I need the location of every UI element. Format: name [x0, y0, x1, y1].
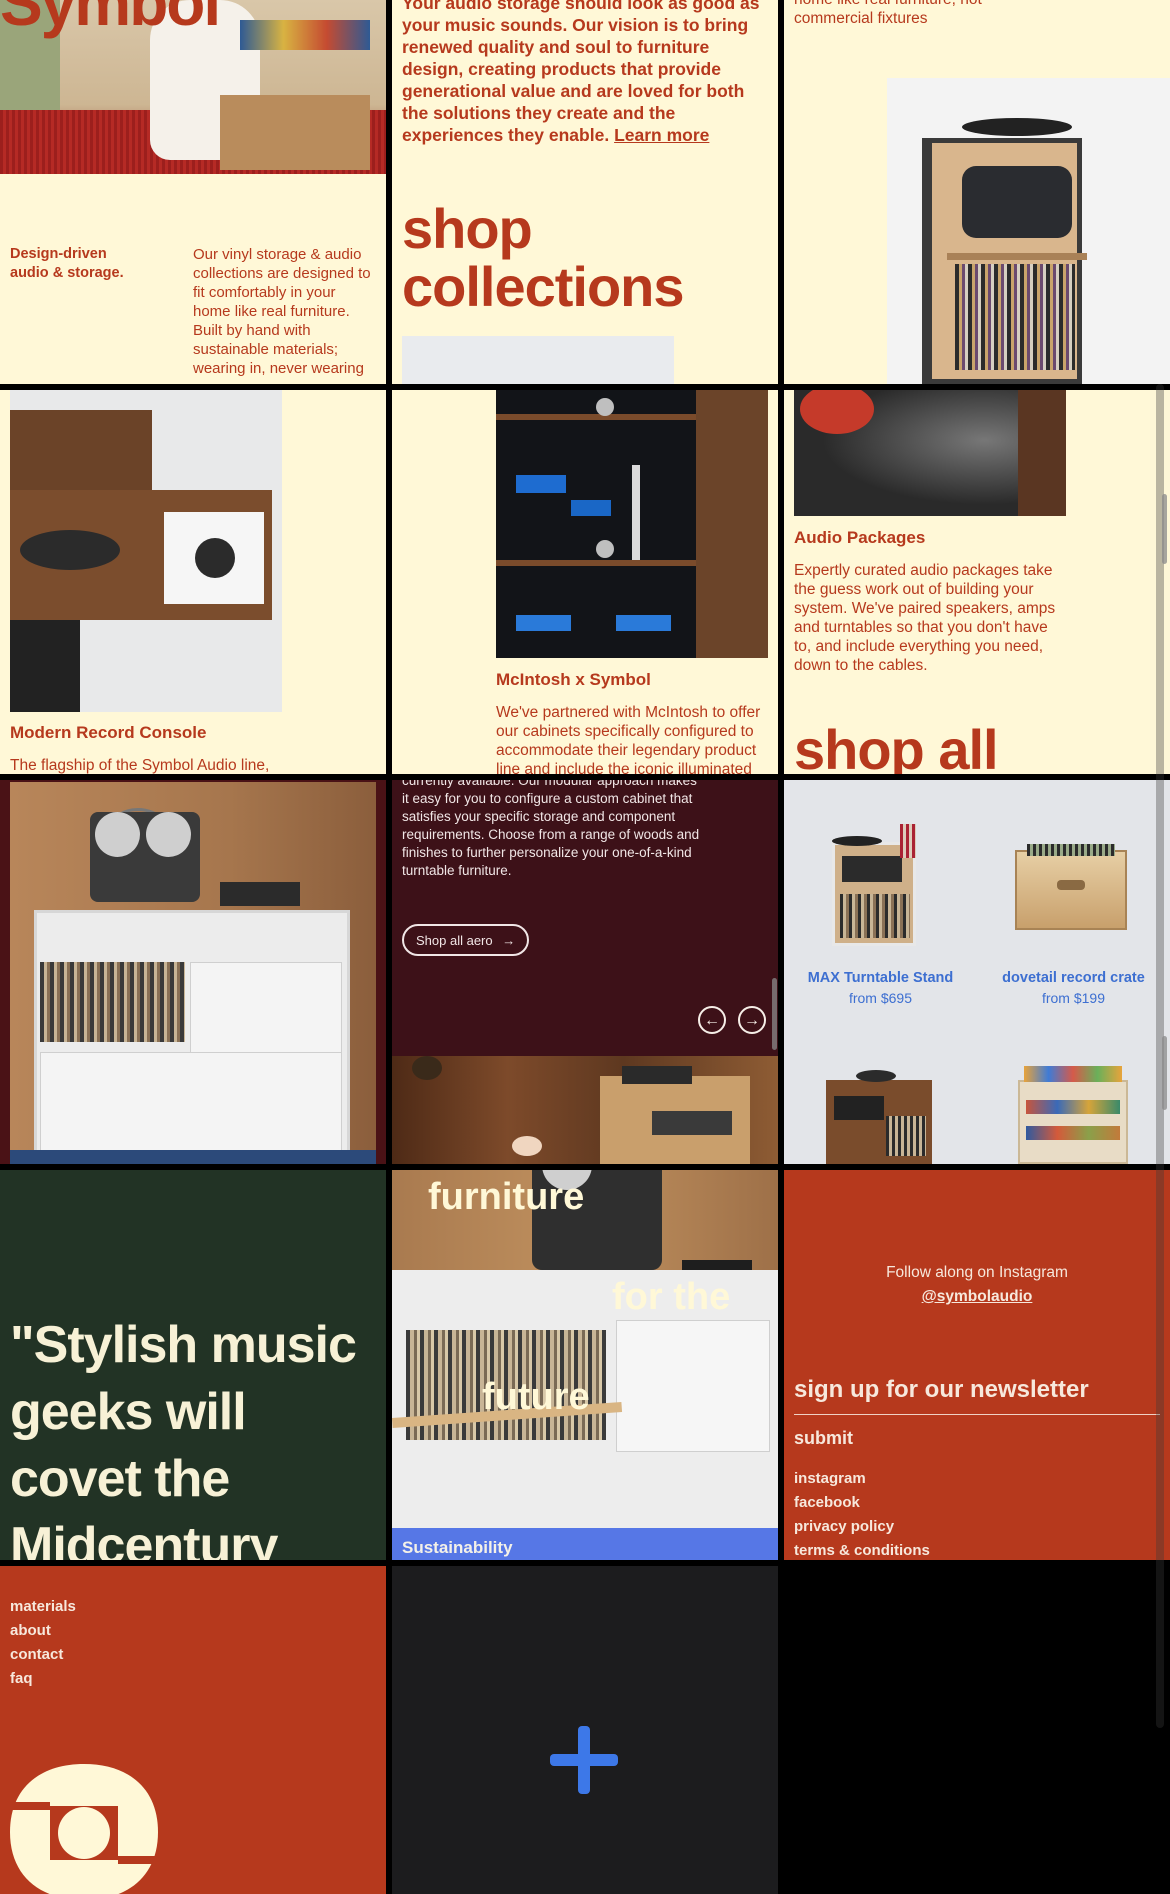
vision-paragraph: Your audio storage should look as good a…: [402, 0, 760, 145]
brand-word: Symbol: [0, 0, 221, 39]
furniture-future-tile[interactable]: furniture for the future Sustainability: [392, 1170, 778, 1560]
footer-link-terms[interactable]: terms & conditions: [794, 1542, 930, 1559]
fixtures-text: home like real furniture, not commercial…: [794, 0, 1094, 28]
audio-packages-desc: Expertly curated audio packages take the…: [794, 562, 1056, 674]
carousel-next-button[interactable]: →: [738, 1006, 766, 1034]
product-name-crate[interactable]: dovetail record crate: [977, 970, 1170, 986]
shop-all-aero-button[interactable]: Shop all aero →: [402, 924, 530, 956]
shop-collections-heading: shop collections: [402, 197, 685, 318]
modern-console-tile[interactable]: Modern Record Console The flagship of th…: [0, 390, 386, 774]
fixtures-line2: commercial fixtures: [794, 10, 928, 27]
stand-photo[interactable]: [887, 78, 1170, 384]
logo-icon[interactable]: [10, 1762, 158, 1894]
modern-console-title[interactable]: Modern Record Console: [10, 723, 206, 743]
instagram-handle-link[interactable]: @symbolaudio: [784, 1288, 1170, 1306]
audio-packages-title[interactable]: Audio Packages: [794, 528, 925, 548]
add-tile[interactable]: [392, 1566, 778, 1894]
press-quote: "Stylish music geeks will covet the Midc…: [10, 1316, 357, 1560]
sustainability-label[interactable]: Sustainability: [402, 1538, 513, 1558]
hero-tagline: Design-driven audio & storage.: [10, 246, 124, 281]
page-scrollbar-thumb-lower[interactable]: [1162, 1036, 1167, 1110]
carousel-prev-button[interactable]: ←: [698, 1006, 726, 1034]
newsletter-email-input[interactable]: [794, 1414, 1160, 1415]
furniture-word: furniture: [428, 1176, 585, 1218]
footer-link-privacy[interactable]: privacy policy: [794, 1518, 894, 1535]
arrow-right-icon: →: [744, 1012, 760, 1029]
instagram-follow-text: Follow along on Instagram: [886, 1264, 1068, 1281]
for-the-word: for the: [612, 1276, 731, 1318]
footer-link-about[interactable]: about: [10, 1622, 51, 1639]
product-price-crate: from $199: [1041, 990, 1106, 1006]
hero-tile: Symbol Design-driven audio & storage. Ou…: [0, 0, 386, 384]
vision-text: Your audio storage should look as good a…: [402, 0, 762, 146]
newsletter-label: sign up for our newsletter: [794, 1376, 1089, 1403]
product-price-max: from $695: [848, 990, 913, 1006]
mcintosh-desc: We've partnered with McIntosh to offer o…: [496, 704, 761, 774]
product-card-console[interactable]: [826, 1070, 932, 1164]
aero-scrollbar[interactable]: [772, 978, 777, 1050]
hero-photo: Symbol: [0, 0, 386, 174]
product-name-max[interactable]: MAX Turntable Stand: [784, 970, 977, 986]
social-tile: Follow along on Instagram @symbolaudio s…: [784, 1170, 1170, 1560]
aero-tile: currently available. Our modular approac…: [392, 780, 778, 1164]
product-card-crate[interactable]: dovetail record crate from $199: [977, 780, 1170, 1006]
mcintosh-photo[interactable]: [496, 390, 768, 658]
mcintosh-title[interactable]: McIntosh x Symbol: [496, 670, 651, 690]
aero-cabinet-photo[interactable]: [10, 782, 376, 1164]
footer-link-instagram[interactable]: instagram: [794, 1470, 866, 1487]
shop-all-heading[interactable]: shop all: [794, 720, 999, 775]
max-stand-photo[interactable]: [822, 824, 926, 952]
vision-tile: Your audio storage should look as good a…: [392, 0, 778, 384]
future-word: future: [482, 1376, 590, 1418]
arrow-right-icon: →: [502, 933, 516, 948]
hero-description: Our vinyl storage & audio collections ar…: [193, 246, 371, 377]
footer-link-facebook[interactable]: facebook: [794, 1494, 860, 1511]
footer-link-faq[interactable]: faq: [10, 1670, 33, 1687]
empty-tile: [784, 1566, 1170, 1894]
collection-thumbnail[interactable]: [402, 336, 674, 384]
crate-photo[interactable]: [1011, 844, 1131, 930]
modern-console-desc: The flagship of the Symbol Audio line,: [10, 757, 270, 774]
shop-collections-line1: shop: [402, 197, 533, 260]
newsletter-submit-button[interactable]: submit: [794, 1428, 853, 1449]
footer-link-contact[interactable]: contact: [10, 1646, 63, 1663]
sustainability-bar[interactable]: Sustainability: [392, 1528, 778, 1560]
aero-lifestyle-photo[interactable]: [392, 1056, 778, 1164]
product-card-max[interactable]: MAX Turntable Stand from $695: [784, 780, 977, 1006]
learn-more-link[interactable]: Learn more: [614, 125, 709, 145]
arrow-left-icon: ←: [704, 1012, 720, 1029]
product-card-shelf[interactable]: [1018, 1066, 1128, 1164]
fixtures-line1: home like real furniture, not: [794, 0, 1094, 9]
modern-console-photo[interactable]: [10, 390, 282, 712]
audio-packages-tile[interactable]: Audio Packages Expertly curated audio pa…: [784, 390, 1170, 774]
shop-collections-line2: collections: [402, 255, 685, 318]
shop-all-aero-label: Shop all aero: [416, 933, 493, 948]
mcintosh-tile[interactable]: McIntosh x Symbol We've partnered with M…: [392, 390, 778, 774]
quote-tile: "Stylish music geeks will covet the Midc…: [0, 1170, 386, 1560]
footer-tile: materials about contact faq: [0, 1566, 386, 1894]
products-tile: MAX Turntable Stand from $695 dovetail r…: [784, 780, 1170, 1164]
furniture-photo: [392, 1170, 778, 1528]
plus-icon[interactable]: [550, 1726, 618, 1794]
footer-link-materials[interactable]: materials: [10, 1598, 76, 1615]
aero-cabinet-tile[interactable]: [0, 780, 386, 1164]
fixtures-tile: home like real furniture, not commercial…: [784, 0, 1170, 384]
audio-packages-photo[interactable]: [794, 390, 1066, 516]
aero-text: currently available. Our modular approac…: [402, 780, 700, 878]
page-scrollbar-thumb-upper[interactable]: [1162, 494, 1167, 564]
